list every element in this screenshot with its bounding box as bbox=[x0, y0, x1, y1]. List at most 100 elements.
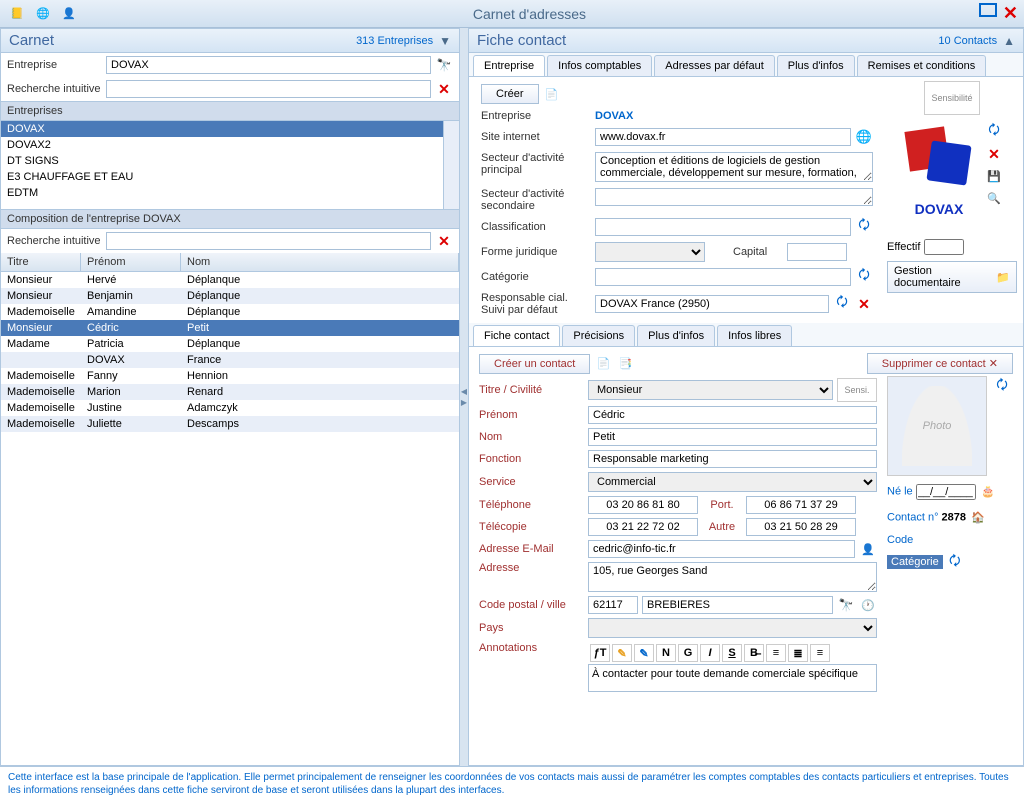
logo-zoom-icon[interactable]: 🔍 bbox=[985, 189, 1003, 207]
rt-highlight-icon[interactable]: ✎ bbox=[612, 644, 632, 662]
creer-entreprise-button[interactable]: Créer bbox=[481, 84, 539, 104]
entreprises-count-link[interactable]: 313 Entreprises bbox=[356, 35, 433, 47]
contact-row[interactable]: MademoiselleMarionRenard bbox=[1, 384, 459, 400]
autre-tel-input[interactable] bbox=[746, 518, 856, 536]
supprimer-contact-button[interactable]: Supprimer ce contact ✕ bbox=[867, 353, 1013, 374]
entreprises-scrollbar[interactable] bbox=[443, 121, 459, 209]
contact-row[interactable]: MademoiselleAmandineDéplanque bbox=[1, 304, 459, 320]
adresse-input[interactable]: 105, rue Georges Sand bbox=[588, 562, 877, 592]
contact-row[interactable]: MonsieurCédricPetit bbox=[1, 320, 459, 336]
clock-icon[interactable]: 🕐 bbox=[859, 596, 877, 614]
refresh-resp-icon[interactable]: 🗘 bbox=[833, 295, 851, 313]
rt-color-icon[interactable]: ✎ bbox=[634, 644, 654, 662]
prenom-input[interactable] bbox=[588, 406, 877, 424]
email-icon[interactable]: 👤 bbox=[859, 540, 877, 558]
rt-strike-button[interactable]: B̶ bbox=[744, 644, 764, 662]
contact-row[interactable]: MonsieurBenjaminDéplanque bbox=[1, 288, 459, 304]
contact-row[interactable]: MonsieurHervéDéplanque bbox=[1, 272, 459, 288]
contact-sensi-box[interactable]: Sensi. bbox=[837, 378, 877, 402]
entreprise-row[interactable]: E3 CHAUFFAGE ET EAU bbox=[1, 169, 443, 185]
codepostal-input[interactable] bbox=[588, 596, 638, 614]
tab[interactable]: Infos comptables bbox=[547, 55, 652, 76]
rt-align-right-icon[interactable]: ≡ bbox=[810, 644, 830, 662]
ville-input[interactable] bbox=[642, 596, 833, 614]
contacts-grid[interactable]: MonsieurHervéDéplanqueMonsieurBenjaminDé… bbox=[1, 272, 459, 765]
forme-juridique-select[interactable] bbox=[595, 242, 705, 262]
vertical-splitter[interactable]: ◀▶ bbox=[460, 28, 468, 766]
ne-le-input[interactable] bbox=[916, 484, 976, 500]
collapse-chevron2-icon[interactable]: ▲ bbox=[1003, 34, 1015, 48]
photo-refresh-icon[interactable]: 🗘 bbox=[993, 378, 1011, 396]
home-icon[interactable]: 🏠 bbox=[969, 508, 987, 526]
portable-input[interactable] bbox=[746, 496, 856, 514]
logo-delete-icon[interactable]: ✕ bbox=[985, 145, 1003, 163]
ville-search-icon[interactable]: 🔭 bbox=[837, 596, 855, 614]
refresh-classif-icon[interactable]: 🗘 bbox=[855, 218, 873, 236]
entreprise-search-input[interactable] bbox=[106, 56, 431, 74]
contact-row[interactable]: MadamePatriciaDéplanque bbox=[1, 336, 459, 352]
entreprise-name-link[interactable]: DOVAX bbox=[595, 110, 633, 122]
contact-photo[interactable]: Photo bbox=[887, 376, 987, 476]
copy-contact-icon[interactable]: 📑 bbox=[616, 355, 634, 373]
clear-search-icon[interactable]: ✕ bbox=[435, 80, 453, 98]
tab[interactable]: Adresses par défaut bbox=[654, 55, 774, 76]
window-close-icon[interactable]: ✕ bbox=[1003, 3, 1018, 24]
secteur2-input[interactable] bbox=[595, 188, 873, 206]
annotations-textarea[interactable]: À contacter pour toute demande comercial… bbox=[588, 664, 877, 692]
cat-refresh-icon[interactable]: 🗘 bbox=[946, 554, 964, 572]
entreprise-row[interactable]: EDTM bbox=[1, 185, 443, 201]
sensibilite-box[interactable]: Sensibilité bbox=[924, 81, 980, 115]
col-titre-header[interactable]: Titre bbox=[1, 253, 81, 271]
tab[interactable]: Infos libres bbox=[717, 325, 792, 346]
col-prenom-header[interactable]: Prénom bbox=[81, 253, 181, 271]
toolbar-icon-1[interactable]: 📒 bbox=[6, 3, 28, 25]
col-nom-header[interactable]: Nom bbox=[181, 253, 459, 271]
contact-row[interactable]: MademoiselleJulietteDescamps bbox=[1, 416, 459, 432]
capital-input[interactable] bbox=[787, 243, 847, 261]
email-input[interactable] bbox=[588, 540, 855, 558]
secteur1-input[interactable]: Conception et éditions de logiciels de g… bbox=[595, 152, 873, 182]
collapse-chevron-icon[interactable]: ▼ bbox=[439, 34, 451, 48]
globe-icon[interactable]: 🌐 bbox=[855, 128, 873, 146]
tab[interactable]: Fiche contact bbox=[473, 325, 560, 346]
tab[interactable]: Précisions bbox=[562, 325, 635, 346]
telecopie-input[interactable] bbox=[588, 518, 698, 536]
refresh-cat-icon[interactable]: 🗘 bbox=[855, 268, 873, 286]
recherche-intuitive-input[interactable] bbox=[106, 80, 431, 98]
titre-select[interactable]: Monsieur bbox=[588, 380, 833, 400]
pays-select[interactable] bbox=[588, 618, 877, 638]
responsable-input[interactable] bbox=[595, 295, 829, 313]
tab[interactable]: Entreprise bbox=[473, 55, 545, 76]
tab[interactable]: Plus d'infos bbox=[777, 55, 855, 76]
effectif-input[interactable] bbox=[924, 239, 964, 255]
rt-bold-button[interactable]: G bbox=[678, 644, 698, 662]
new-doc-icon[interactable]: 📄 bbox=[543, 85, 561, 103]
logo-save-icon[interactable]: 💾 bbox=[985, 167, 1003, 185]
contacts-count-link[interactable]: 10 Contacts bbox=[938, 35, 997, 47]
rt-align-center-icon[interactable]: ≣ bbox=[788, 644, 808, 662]
entreprise-row[interactable]: DOVAX bbox=[1, 121, 443, 137]
rt-font-icon[interactable]: ƒT bbox=[590, 644, 610, 662]
entreprise-row[interactable]: DT SIGNS bbox=[1, 153, 443, 169]
categorie-input[interactable] bbox=[595, 268, 851, 286]
new-contact-icon[interactable]: 📄 bbox=[594, 355, 612, 373]
rt-italic-button[interactable]: I bbox=[700, 644, 720, 662]
telephone-input[interactable] bbox=[588, 496, 698, 514]
service-select[interactable]: Commercial bbox=[588, 472, 877, 492]
fonction-input[interactable] bbox=[588, 450, 877, 468]
binoculars-icon[interactable]: 🔭 bbox=[435, 56, 453, 74]
rt-normal-button[interactable]: N bbox=[656, 644, 676, 662]
clear-resp-icon[interactable]: ✕ bbox=[855, 295, 873, 313]
creer-contact-button[interactable]: Créer un contact bbox=[479, 354, 590, 374]
rt-underline-button[interactable]: S bbox=[722, 644, 742, 662]
clear-search2-icon[interactable]: ✕ bbox=[435, 232, 453, 250]
contact-row[interactable]: MademoiselleFannyHennion bbox=[1, 368, 459, 384]
categorie-badge[interactable]: Catégorie bbox=[887, 555, 943, 569]
toolbar-icon-2[interactable]: 🌐 bbox=[32, 3, 54, 25]
site-internet-input[interactable] bbox=[595, 128, 851, 146]
entreprise-row[interactable]: DOVAX2 bbox=[1, 137, 443, 153]
recherche-intuitive2-input[interactable] bbox=[106, 232, 431, 250]
rt-align-left-icon[interactable]: ≡ bbox=[766, 644, 786, 662]
contact-row[interactable]: DOVAXFrance bbox=[1, 352, 459, 368]
logo-refresh-icon[interactable]: 🗘 bbox=[985, 123, 1003, 141]
